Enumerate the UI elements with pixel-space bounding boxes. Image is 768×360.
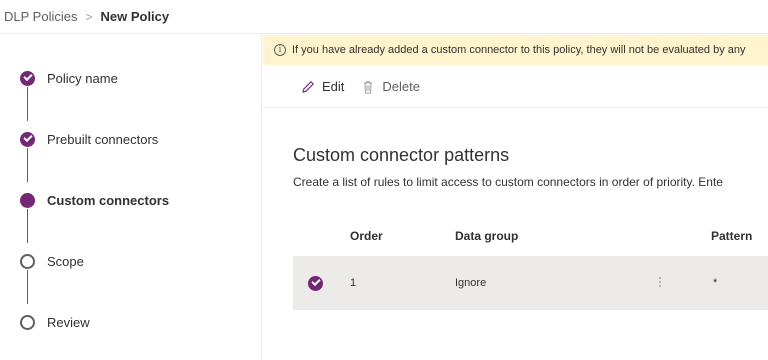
step-connector <box>27 209 28 243</box>
check-circle-icon <box>20 70 35 86</box>
more-options-icon[interactable] <box>658 275 662 291</box>
section-title: Custom connector patterns <box>293 145 510 165</box>
step-connector <box>27 87 28 121</box>
breadcrumb: DLP Policies > New Policy <box>0 0 768 34</box>
table-header: Order Data group Pattern <box>293 219 768 253</box>
pencil-icon <box>302 80 314 93</box>
delete-button[interactable]: Delete <box>360 79 420 95</box>
step-label: Prebuilt connectors <box>47 131 159 147</box>
trash-icon <box>364 80 373 93</box>
step-label: Custom connectors <box>47 192 170 208</box>
filled-circle-icon <box>20 192 35 208</box>
row-selected-checkbox[interactable] <box>308 276 323 291</box>
main-panel: i If you have already added a custom con… <box>263 35 768 360</box>
section-description: Create a list of rules to limit access t… <box>293 175 723 189</box>
info-banner: i If you have already added a custom con… <box>263 35 768 65</box>
cell-order: 1 <box>350 277 357 289</box>
cell-pattern: * <box>713 277 718 289</box>
delete-label: Delete <box>382 79 420 94</box>
step-label: Policy name <box>47 70 118 86</box>
breadcrumb-current: New Policy <box>100 9 170 24</box>
info-icon: i <box>274 44 286 56</box>
cell-data-group: Ignore <box>455 277 487 289</box>
step-review[interactable]: Review <box>20 310 90 334</box>
step-connector <box>27 270 28 304</box>
step-label: Scope <box>47 253 84 269</box>
column-header-pattern[interactable]: Pattern <box>711 229 752 243</box>
banner-text: If you have already added a custom conne… <box>292 44 746 56</box>
empty-circle-icon <box>20 314 35 330</box>
chevron-right-icon: > <box>85 9 93 24</box>
check-circle-icon <box>20 131 35 147</box>
column-header-data-group[interactable]: Data group <box>455 229 518 243</box>
step-policy-name[interactable]: Policy name <box>20 66 118 90</box>
empty-circle-icon <box>20 253 35 269</box>
breadcrumb-dlp-policies-link[interactable]: DLP Policies <box>4 9 77 24</box>
table-row[interactable]: 1 Ignore * <box>293 256 768 310</box>
step-prebuilt-connectors[interactable]: Prebuilt connectors <box>20 127 158 151</box>
step-label: Review <box>47 314 90 330</box>
step-custom-connectors[interactable]: Custom connectors <box>20 188 169 212</box>
edit-label: Edit <box>322 79 345 94</box>
wizard-stepper: Policy name Prebuilt connectors Custom c… <box>0 35 262 360</box>
step-scope[interactable]: Scope <box>20 249 84 273</box>
column-header-order[interactable]: Order <box>350 229 383 243</box>
edit-button[interactable]: Edit <box>300 79 344 95</box>
step-connector <box>27 148 28 182</box>
command-bar: Edit Delete <box>263 66 768 108</box>
